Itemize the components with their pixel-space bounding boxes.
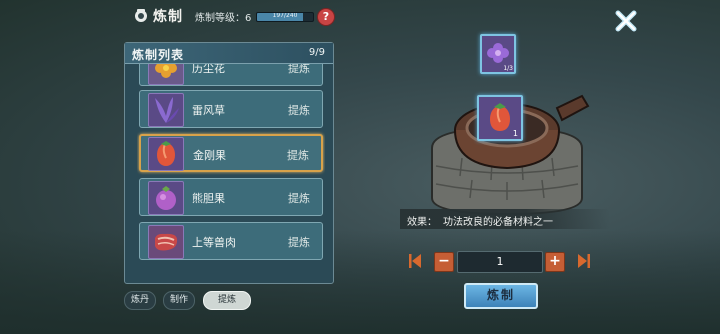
result-slot[interactable]: 1: [477, 95, 523, 141]
craft-list-header: 炼制列表 9/9: [125, 43, 333, 64]
refine-button[interactable]: 提炼: [288, 190, 310, 206]
refine-button[interactable]: 提炼: [287, 147, 309, 163]
quantity-field[interactable]: 1: [457, 251, 543, 273]
item-name: 历尘花: [192, 64, 225, 75]
craft-list[interactable]: 历尘花 提炼 雷风草 提炼 金刚果 提炼 熊胆果 提炼 上等兽肉 提炼: [137, 64, 325, 280]
purple-berry-icon: [148, 181, 184, 215]
page-title: 炼制: [153, 9, 183, 25]
red-fruit-icon: [148, 137, 184, 171]
tab-refine[interactable]: 提炼: [203, 291, 251, 310]
result-count: 1: [512, 129, 518, 138]
effect-description: 功法改良的必备材料之一: [443, 217, 553, 228]
craft-button[interactable]: 炼制: [464, 283, 538, 309]
effect-label: 效果：: [407, 217, 437, 228]
purple-grass-icon: [148, 93, 184, 127]
craft-list-title: 炼制列表: [132, 48, 185, 62]
item-name: 雷风草: [192, 104, 225, 117]
last-arrow-icon[interactable]: [577, 253, 591, 269]
craft-list-count: 9/9: [308, 47, 325, 58]
item-name: 熊胆果: [192, 192, 225, 205]
list-item[interactable]: 上等兽肉 提炼: [139, 222, 323, 260]
craft-list-panel: 炼制列表 9/9 历尘花 提炼 雷风草 提炼 金刚果 提炼 熊胆果 提炼 上等兽…: [124, 42, 334, 284]
craft-cauldron-icon: [135, 9, 147, 22]
close-icon[interactable]: [612, 7, 640, 35]
list-item[interactable]: 熊胆果 提炼: [139, 178, 323, 216]
list-item-selected[interactable]: 金刚果 提炼: [139, 134, 323, 172]
increase-button[interactable]: +: [545, 252, 565, 272]
list-item[interactable]: 雷风草 提炼: [139, 90, 323, 128]
refine-button[interactable]: 提炼: [288, 102, 310, 118]
refine-button[interactable]: 提炼: [288, 64, 310, 76]
list-item[interactable]: 历尘花 提炼: [139, 64, 323, 86]
ingredient-count: 1/3: [503, 65, 513, 72]
effect-bar: 效果： 功法改良的必备材料之一: [400, 209, 610, 229]
decrease-button[interactable]: −: [434, 252, 454, 272]
item-name: 金刚果: [193, 149, 226, 162]
tab-alchemy[interactable]: 炼丹: [124, 291, 156, 310]
craft-level-bar: 197/240: [256, 12, 314, 22]
first-arrow-icon[interactable]: [408, 253, 422, 269]
craft-level-label: 炼制等级：6: [195, 13, 252, 24]
item-name: 上等兽肉: [192, 236, 236, 249]
craft-level-progress-text: 197/240: [272, 12, 298, 19]
tab-crafting[interactable]: 制作: [163, 291, 195, 310]
help-button[interactable]: ?: [317, 8, 335, 26]
background-mist: [0, 230, 720, 334]
orange-flower-icon: [148, 64, 184, 85]
refine-button[interactable]: 提炼: [288, 234, 310, 250]
ingredient-slot[interactable]: 1/3: [480, 34, 516, 74]
meat-icon: [148, 225, 184, 259]
